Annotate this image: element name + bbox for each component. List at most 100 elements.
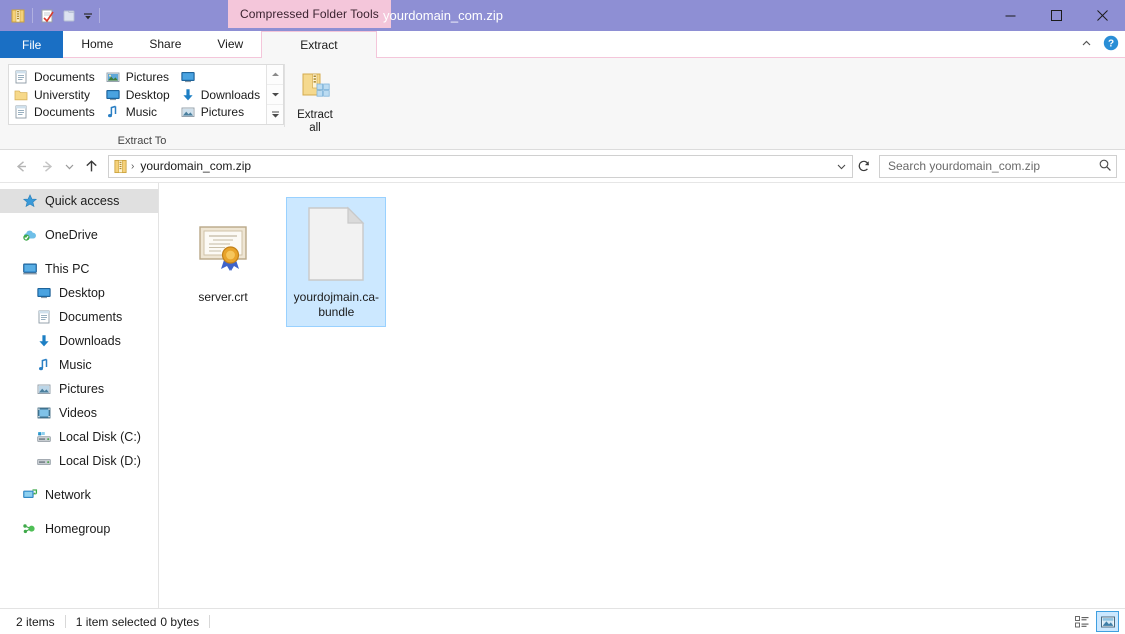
- new-folder-icon[interactable]: [58, 5, 80, 27]
- extract-to-item-label: Pictures: [201, 105, 244, 119]
- tabstrip-filler: [377, 31, 1125, 58]
- window-controls: [987, 0, 1125, 31]
- sidebar-item-homegroup[interactable]: Homegroup: [0, 517, 158, 541]
- sidebar-item-quick-access[interactable]: Quick access: [0, 189, 158, 213]
- sidebar-item-label: Videos: [59, 406, 97, 420]
- gallery-column-1: Documents Universtity: [9, 65, 101, 124]
- videos-icon: [36, 405, 52, 421]
- sidebar-item-videos[interactable]: Videos: [0, 401, 158, 425]
- gallery-scrollbar[interactable]: [266, 65, 283, 124]
- music-icon: [36, 357, 52, 373]
- sidebar-item-network[interactable]: Network: [0, 483, 158, 507]
- extract-to-item-desktop-2[interactable]: [176, 68, 266, 86]
- sidebar-item-label: Documents: [59, 310, 122, 324]
- zip-folder-icon[interactable]: [7, 5, 29, 27]
- status-bar: 2 items 1 item selected 0 bytes: [0, 608, 1125, 634]
- contextual-tab-header: Compressed Folder Tools: [228, 0, 391, 28]
- back-button[interactable]: [8, 153, 34, 179]
- extract-all-button[interactable]: Extract all: [285, 64, 345, 135]
- breadcrumb-item-zip[interactable]: yourdomain_com.zip: [137, 159, 254, 173]
- extract-to-item-music[interactable]: Music: [101, 103, 176, 121]
- up-button[interactable]: [78, 153, 104, 179]
- qat-separator-2: [99, 8, 100, 23]
- details-view-icon[interactable]: [1070, 611, 1093, 632]
- address-path-box[interactable]: › yourdomain_com.zip: [108, 155, 853, 178]
- extract-to-item-downloads[interactable]: Downloads: [176, 86, 266, 104]
- ribbon-group-extract-to: Documents Universtity: [0, 58, 284, 149]
- sidebar-item-pictures[interactable]: Pictures: [0, 377, 158, 401]
- file-item-server-crt[interactable]: server.crt: [173, 197, 273, 312]
- tab-share[interactable]: Share: [131, 31, 199, 58]
- sidebar-item-label: Local Disk (C:): [59, 430, 141, 444]
- sidebar-item-label: This PC: [45, 262, 89, 276]
- gallery-scroll-up-button[interactable]: [267, 65, 283, 84]
- recent-locations-button[interactable]: [60, 153, 78, 179]
- status-item-count: 2 items: [6, 615, 65, 629]
- ribbon-tabstrip: File Home Share View Extract ?: [0, 31, 1125, 58]
- extract-to-item-label: Downloads: [201, 88, 260, 102]
- explorer-window: Compressed Folder Tools yourdomain_com.z…: [0, 0, 1125, 634]
- sidebar-item-this-pc[interactable]: This PC: [0, 257, 158, 281]
- maximize-button[interactable]: [1033, 0, 1079, 31]
- sidebar-item-downloads[interactable]: Downloads: [0, 329, 158, 353]
- forward-button[interactable]: [34, 153, 60, 179]
- search-box[interactable]: [879, 155, 1117, 178]
- extract-all-label-line1: Extract: [297, 109, 333, 121]
- close-button[interactable]: [1079, 0, 1125, 31]
- generic-file-icon: [300, 204, 372, 284]
- extract-to-item-desktop[interactable]: Desktop: [101, 86, 176, 104]
- collapse-ribbon-icon[interactable]: [1080, 37, 1093, 53]
- status-selection: 1 item selected: [66, 615, 161, 629]
- sidebar-item-label: Downloads: [59, 334, 121, 348]
- sidebar-item-local-disk-d[interactable]: Local Disk (D:): [0, 449, 158, 473]
- file-item-label: server.crt: [198, 290, 247, 305]
- gallery-more-button[interactable]: [267, 104, 283, 124]
- status-divider-2: [209, 615, 210, 628]
- minimize-button[interactable]: [987, 0, 1033, 31]
- extract-to-item-pictures-2[interactable]: Pictures: [176, 103, 266, 121]
- sidebar-item-onedrive[interactable]: OneDrive: [0, 223, 158, 247]
- file-item-label: yourdojmain.ca-bundle: [291, 290, 381, 320]
- extract-to-gallery: Documents Universtity: [8, 64, 284, 125]
- address-dropdown-icon[interactable]: [832, 161, 850, 172]
- tab-extract[interactable]: Extract: [261, 31, 376, 58]
- main-area: Quick access OneDrive: [0, 182, 1125, 608]
- system-disk-icon: [36, 429, 52, 445]
- large-icons-view-icon[interactable]: [1096, 611, 1119, 632]
- customize-qat-dropdown-icon[interactable]: [80, 5, 96, 27]
- quick-access-toolbar: [0, 0, 103, 31]
- tab-file[interactable]: File: [0, 31, 63, 58]
- address-bar: › yourdomain_com.zip: [0, 150, 1125, 182]
- gallery-scroll-down-button[interactable]: [267, 84, 283, 104]
- folder-icon: [13, 87, 29, 103]
- tab-home[interactable]: Home: [63, 31, 131, 58]
- help-icon[interactable]: ?: [1103, 35, 1119, 54]
- sidebar-item-local-disk-c[interactable]: Local Disk (C:): [0, 425, 158, 449]
- sidebar-item-label: OneDrive: [45, 228, 98, 242]
- properties-icon[interactable]: [36, 5, 58, 27]
- extract-to-item-pictures-1[interactable]: Pictures: [101, 68, 176, 86]
- ribbon-group-extract-all: Extract all: [285, 58, 353, 149]
- extract-to-item-documents-1[interactable]: Documents: [9, 68, 101, 86]
- sidebar-item-desktop[interactable]: Desktop: [0, 281, 158, 305]
- certificate-icon: [187, 204, 259, 284]
- gallery-column-2: Pictures Desktop: [101, 65, 176, 124]
- file-list-pane[interactable]: server.crt yourdojmain.ca-bundle: [159, 183, 1125, 608]
- extract-to-item-universtity[interactable]: Universtity: [9, 86, 101, 104]
- extract-to-item-documents-2[interactable]: Documents: [9, 103, 101, 121]
- extract-to-item-label: Pictures: [126, 70, 169, 84]
- file-item-ca-bundle[interactable]: yourdojmain.ca-bundle: [286, 197, 386, 327]
- breadcrumb-separator[interactable]: ›: [130, 161, 135, 172]
- quick-access-star-icon: [22, 193, 38, 209]
- tab-view[interactable]: View: [199, 31, 261, 58]
- sidebar-item-music[interactable]: Music: [0, 353, 158, 377]
- search-icon[interactable]: [1098, 158, 1112, 175]
- this-pc-icon: [22, 261, 38, 277]
- refresh-button[interactable]: [853, 155, 875, 178]
- search-input[interactable]: [888, 159, 1098, 173]
- documents-icon: [13, 69, 29, 85]
- desktop-icon: [36, 285, 52, 301]
- documents-icon: [13, 104, 29, 120]
- extract-to-item-label: Music: [126, 105, 157, 119]
- sidebar-item-documents[interactable]: Documents: [0, 305, 158, 329]
